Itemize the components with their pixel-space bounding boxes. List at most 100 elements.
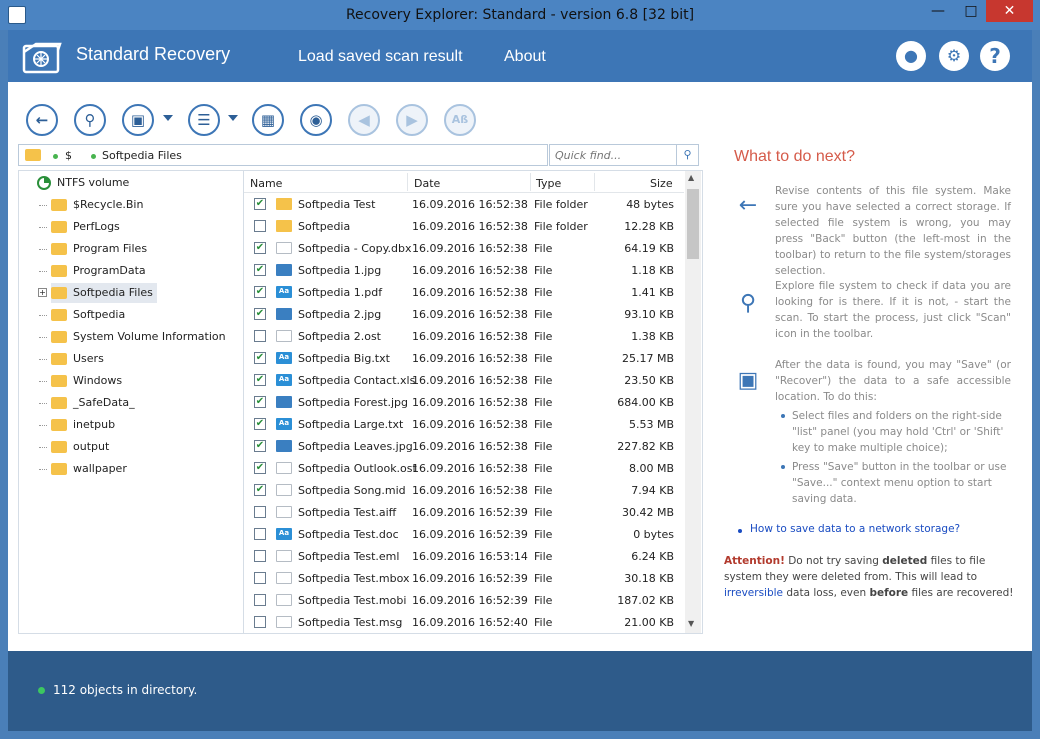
tree-item[interactable]: System Volume Information: [39, 327, 226, 347]
table-row[interactable]: ✔ Softpedia Leaves.jpg 16.09.2016 16:52:38…: [244, 435, 684, 457]
minimize-button[interactable]: —: [920, 0, 956, 22]
row-checkbox[interactable]: ✔: [254, 440, 266, 452]
table-row[interactable]: ✔ Aa Softpedia Contact.xls 16.09.2016 16:52…: [244, 369, 684, 391]
tree-item[interactable]: Program Files: [39, 239, 147, 259]
table-row[interactable]: Softpedia 2.ost 16.09.2016 16:52:38 File 1.…: [244, 325, 684, 347]
table-row[interactable]: ✔ Aa Softpedia Big.txt 16.09.2016 16:52:38 F…: [244, 347, 684, 369]
tree-root[interactable]: NTFS volume: [37, 173, 129, 193]
cell-date: 16.09.2016 16:52:39: [412, 572, 528, 585]
table-row[interactable]: Aa Softpedia Test.doc 16.09.2016 16:52:39 F…: [244, 523, 684, 545]
row-checkbox[interactable]: [254, 506, 266, 518]
table-row[interactable]: ✔ Softpedia Forest.jpg 16.09.2016 16:52:38…: [244, 391, 684, 413]
tree-item[interactable]: inetpub: [39, 415, 115, 435]
path-segment-current[interactable]: Softpedia Files: [102, 149, 182, 162]
file-list[interactable]: Name Date Type Size ✔ Softpedia Test 16.09…: [244, 170, 703, 634]
tree-item[interactable]: Windows: [39, 371, 122, 391]
tree-item[interactable]: ProgramData: [39, 261, 146, 281]
scroll-down-icon[interactable]: ▼: [688, 619, 694, 628]
binoculars-icon[interactable]: ◉: [300, 104, 332, 136]
select-dropdown-icon[interactable]: [228, 115, 238, 121]
network-storage-link-text[interactable]: How to save data to a network storage?: [750, 523, 960, 535]
about-link[interactable]: About: [504, 48, 546, 66]
row-checkbox[interactable]: ✔: [254, 264, 266, 276]
maximize-button[interactable]: □: [953, 0, 989, 22]
tree-item[interactable]: Softpedia: [39, 305, 125, 325]
prev-icon[interactable]: ◀: [348, 104, 380, 136]
file-icon: [276, 550, 292, 562]
scroll-up-icon[interactable]: ▲: [688, 173, 694, 182]
gear-icon[interactable]: ⚙: [939, 41, 969, 71]
help-icon[interactable]: ?: [980, 41, 1010, 71]
attention-label: Attention!: [724, 555, 785, 567]
table-row[interactable]: ✔ Softpedia - Copy.dbx 16.09.2016 16:52:38…: [244, 237, 684, 259]
row-checkbox[interactable]: ✔: [254, 308, 266, 320]
folder-tree[interactable]: NTFS volume $Recycle.Bin PerfLogs Progra…: [18, 170, 244, 634]
close-button[interactable]: ✕: [986, 0, 1033, 22]
row-checkbox[interactable]: ✔: [254, 352, 266, 364]
row-checkbox[interactable]: [254, 220, 266, 232]
path-bar[interactable]: $ Softpedia Files: [18, 144, 548, 166]
next-icon[interactable]: ▶: [396, 104, 428, 136]
quick-find-input[interactable]: [549, 144, 677, 166]
table-row[interactable]: Softpedia Test.eml 16.09.2016 16:53:14 Fil…: [244, 545, 684, 567]
row-checkbox[interactable]: ✔: [254, 396, 266, 408]
row-checkbox[interactable]: ✔: [254, 462, 266, 474]
scan-icon[interactable]: ⚲: [74, 104, 106, 136]
save-dropdown-icon[interactable]: [163, 115, 173, 121]
table-row[interactable]: ✔ Softpedia 2.jpg 16.09.2016 16:52:38 File 9…: [244, 303, 684, 325]
scroll-thumb[interactable]: [687, 189, 699, 259]
user-icon[interactable]: ●: [896, 41, 926, 71]
help-panel: What to do next? ← Revise contents of th…: [708, 82, 1032, 651]
tree-item-selected[interactable]: Softpedia Files: [51, 283, 157, 303]
row-checkbox[interactable]: [254, 616, 266, 628]
table-row[interactable]: ✔ Softpedia Test 16.09.2016 16:52:38 File f…: [244, 193, 684, 215]
tree-item[interactable]: $Recycle.Bin: [39, 195, 143, 215]
folder-icon: [51, 353, 67, 365]
column-size[interactable]: Size: [650, 177, 673, 190]
match-case-icon[interactable]: Aß: [444, 104, 476, 136]
column-date[interactable]: Date: [414, 177, 440, 190]
column-type[interactable]: Type: [536, 177, 561, 190]
row-checkbox[interactable]: [254, 594, 266, 606]
row-checkbox[interactable]: ✔: [254, 418, 266, 430]
table-row[interactable]: ✔ Aa Softpedia Large.txt 16.09.2016 16:52:3…: [244, 413, 684, 435]
load-saved-scan-link[interactable]: Load saved scan result: [298, 48, 463, 66]
row-checkbox[interactable]: [254, 572, 266, 584]
network-storage-link[interactable]: How to save data to a network storage?: [738, 523, 960, 535]
tree-item[interactable]: _SafeData_: [39, 393, 135, 413]
table-row[interactable]: ✔ Aa Softpedia 1.pdf 16.09.2016 16:52:38 Fil…: [244, 281, 684, 303]
table-row[interactable]: Softpedia Test.mbox 16.09.2016 16:52:39 Fi…: [244, 567, 684, 589]
table-row[interactable]: Softpedia 16.09.2016 16:52:38 File folder 1…: [244, 215, 684, 237]
row-checkbox[interactable]: ✔: [254, 286, 266, 298]
column-name[interactable]: Name: [250, 177, 282, 190]
back-icon[interactable]: ←: [26, 104, 58, 136]
row-checkbox[interactable]: ✔: [254, 374, 266, 386]
row-checkbox[interactable]: ✔: [254, 484, 266, 496]
vertical-scrollbar[interactable]: ▲ ▼: [685, 171, 701, 633]
row-checkbox[interactable]: ✔: [254, 242, 266, 254]
table-row[interactable]: ✔ Softpedia Song.mid 16.09.2016 16:52:38 Fi…: [244, 479, 684, 501]
save-icon[interactable]: ▣: [122, 104, 154, 136]
list-select-icon[interactable]: ☰: [188, 104, 220, 136]
table-row[interactable]: ✔ Softpedia Outlook.ost 16.09.2016 16:52:3…: [244, 457, 684, 479]
search-icon[interactable]: ⚲: [676, 144, 699, 166]
tree-item[interactable]: wallpaper: [39, 459, 127, 479]
tree-item[interactable]: Users: [39, 349, 104, 369]
table-row[interactable]: ✔ Softpedia 1.jpg 16.09.2016 16:52:38 File 1…: [244, 259, 684, 281]
row-checkbox[interactable]: [254, 528, 266, 540]
file-icon: [276, 484, 292, 496]
cell-date: 16.09.2016 16:52:38: [412, 286, 528, 299]
tree-item[interactable]: output: [39, 437, 109, 457]
path-separator-dot: [53, 154, 58, 159]
layout-icon[interactable]: ▦: [252, 104, 284, 136]
table-row[interactable]: Softpedia Test.aiff 16.09.2016 16:52:39 Fi…: [244, 501, 684, 523]
row-checkbox[interactable]: [254, 330, 266, 342]
tree-item[interactable]: PerfLogs: [39, 217, 120, 237]
volume-icon: [37, 176, 51, 190]
table-row[interactable]: Softpedia Test.msg 16.09.2016 16:52:40 Fil…: [244, 611, 684, 633]
table-row[interactable]: Softpedia Test.mobi 16.09.2016 16:52:39 Fi…: [244, 589, 684, 611]
path-segment-root[interactable]: $: [65, 149, 72, 162]
row-checkbox[interactable]: [254, 550, 266, 562]
row-checkbox[interactable]: ✔: [254, 198, 266, 210]
expand-icon[interactable]: +: [38, 288, 47, 297]
